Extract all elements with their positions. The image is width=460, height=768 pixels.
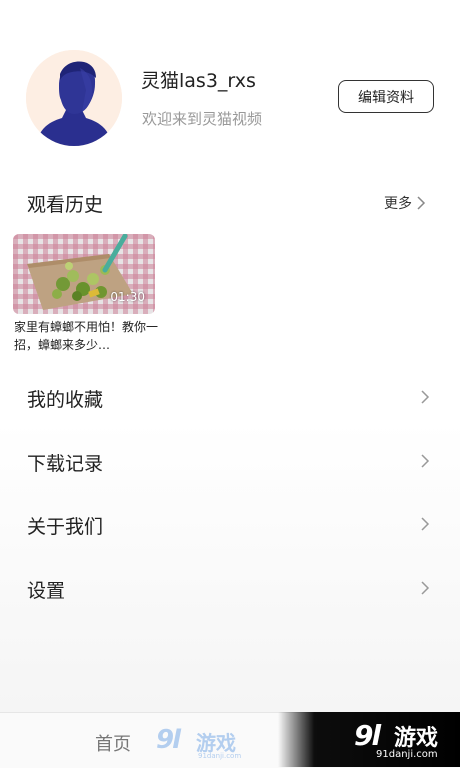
user-silhouette-icon <box>26 50 122 146</box>
edit-profile-button[interactable]: 编辑资料 <box>338 80 434 113</box>
menu-item-about[interactable]: 关于我们 <box>0 500 460 548</box>
more-label: 更多 <box>384 196 412 212</box>
watermark-logo-text: 游戏 <box>394 726 439 751</box>
history-video-title[interactable]: 家里有蟑螂不用怕！教你一招，蟑螂来多少… <box>14 318 162 354</box>
avatar[interactable] <box>26 50 122 146</box>
watermark-site-text: 91danji.com <box>376 749 438 760</box>
watermark-site-text: 91danji.com <box>198 752 242 760</box>
menu-item-settings[interactable]: 设置 <box>0 564 460 612</box>
watermark-logo-mark: 9l <box>354 719 381 752</box>
chevron-right-icon <box>421 517 430 531</box>
menu-item-favorites[interactable]: 我的收藏 <box>0 373 460 421</box>
history-video-thumbnail[interactable]: 01:30 <box>13 234 155 314</box>
watermark-logo-mark: 9l <box>156 725 181 755</box>
chevron-right-icon <box>421 454 430 468</box>
welcome-text: 欢迎来到灵猫视频 <box>142 110 263 128</box>
username: 灵猫las3_rxs <box>141 70 256 92</box>
menu-item-downloads[interactable]: 下载记录 <box>0 437 460 485</box>
menu-item-label: 下载记录 <box>27 453 104 475</box>
menu-item-label: 我的收藏 <box>27 389 104 411</box>
history-title: 观看历史 <box>27 194 104 216</box>
watermark-logo-dark: 9l 游戏 91danji.com <box>278 712 460 767</box>
tab-home[interactable]: 首页 <box>95 730 131 756</box>
chevron-right-icon <box>417 196 426 210</box>
video-duration: 01:30 <box>110 290 145 304</box>
chevron-right-icon <box>421 390 430 404</box>
menu-item-label: 设置 <box>27 580 66 602</box>
edit-profile-label: 编辑资料 <box>358 89 414 106</box>
menu-item-label: 关于我们 <box>27 516 104 538</box>
chevron-right-icon <box>421 581 430 595</box>
watermark-logo-light: 9l 游戏 91danji.com <box>152 723 252 761</box>
profile-page: 灵猫las3_rxs 欢迎来到灵猫视频 编辑资料 观看历史 更多 01:30 家… <box>0 0 460 768</box>
history-more-link[interactable]: 更多 <box>384 193 426 213</box>
